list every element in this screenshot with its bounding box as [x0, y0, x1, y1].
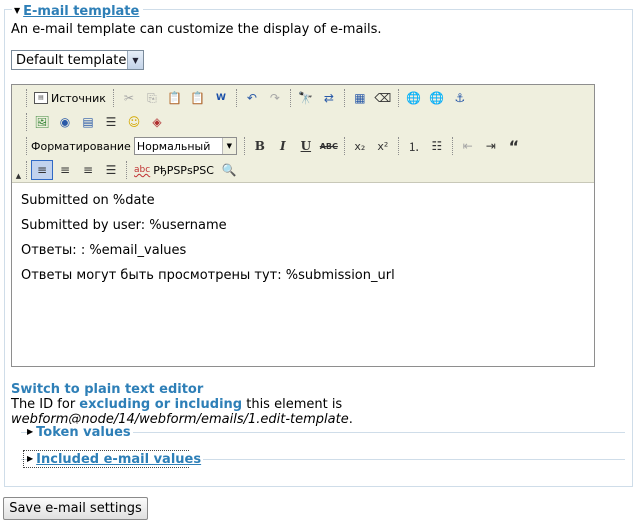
copy-icon[interactable]: ⎘	[141, 88, 163, 108]
special-char-icon[interactable]: ◈	[146, 112, 168, 132]
paste-text-icon[interactable]: 📋	[187, 88, 209, 108]
indent-icon[interactable]: ⇥	[480, 136, 502, 156]
toolbar-separator	[112, 89, 114, 107]
collapsed-triangle-icon: ▶	[27, 427, 34, 436]
collapse-toolbar-icon[interactable]: ▲	[13, 171, 24, 181]
format-label: Форматирование	[31, 139, 131, 153]
toolbar-separator	[26, 161, 27, 179]
underline-icon[interactable]: U	[295, 136, 317, 156]
chevron-down-icon[interactable]: ▼	[127, 51, 143, 69]
spellcheck-label: РђРЅРѕРЅС	[153, 163, 214, 177]
redo-icon[interactable]: ↷	[264, 88, 286, 108]
superscript-icon[interactable]: x²	[372, 136, 394, 156]
toolbar-separator	[397, 89, 399, 107]
undo-icon[interactable]: ↶	[241, 88, 263, 108]
id-note-prefix: The ID for	[11, 397, 80, 412]
id-note-middle: this element is	[242, 397, 343, 412]
chevron-down-icon[interactable]: ▼	[221, 138, 236, 154]
id-note-suffix: .	[348, 412, 353, 427]
image-icon[interactable]: 🖼	[31, 112, 53, 132]
preview-icon[interactable]: 🔍	[218, 160, 240, 180]
flash-icon[interactable]: ◉	[54, 112, 76, 132]
select-all-icon[interactable]: ▦	[349, 88, 371, 108]
content-line: Ответы: : %email_values	[21, 243, 187, 258]
save-email-settings-button[interactable]: Save e-mail settings	[3, 497, 148, 520]
id-note-bold: excluding or including	[79, 397, 243, 412]
toolbar-separator	[235, 89, 237, 107]
bold-icon[interactable]: B	[249, 136, 271, 156]
justify-icon[interactable]: ☰	[100, 160, 122, 180]
strike-icon[interactable]: ABC	[318, 136, 340, 156]
content-line: Submitted by user: %username	[21, 218, 227, 233]
toolbar-separator	[289, 89, 291, 107]
toolbar-separator	[26, 89, 27, 107]
paste-icon[interactable]: 📋	[164, 88, 186, 108]
link-icon[interactable]: 🌐	[403, 88, 425, 108]
toolbar-separator	[126, 161, 127, 179]
toolbar-separator	[26, 137, 27, 155]
anchor-icon[interactable]: ⚓	[449, 88, 471, 108]
collapsed-triangle-icon: ▶	[27, 454, 34, 463]
spellcheck-button[interactable]: abc РђРЅРѕРЅС	[131, 160, 217, 180]
editor-toolbar: ▤ Источник ✂ ⎘ 📋 📋 W ↶ ↷ 🔭 ⇄ ▦ ⌫ 🌐 🌐 ⚓ 🖼…	[12, 85, 594, 183]
table-icon[interactable]: ▤	[77, 112, 99, 132]
token-values-legend[interactable]: ▶ Token values	[27, 424, 133, 440]
toolbar-separator	[343, 89, 345, 107]
fieldset-description: An e-mail template can customize the dis…	[11, 22, 382, 37]
cut-icon[interactable]: ✂	[118, 88, 140, 108]
toolbar-separator	[26, 113, 27, 131]
align-center-icon[interactable]: ≡	[54, 160, 76, 180]
template-select[interactable]: Default template ▼	[11, 50, 144, 70]
toolbar-separator	[451, 137, 453, 155]
rich-text-editor: ▤ Источник ✂ ⎘ 📋 📋 W ↶ ↷ 🔭 ⇄ ▦ ⌫ 🌐 🌐 ⚓ 🖼…	[11, 84, 595, 367]
token-values-label[interactable]: Token values	[36, 425, 130, 440]
source-button[interactable]: ▤ Источник	[31, 88, 109, 108]
source-icon: ▤	[34, 92, 48, 104]
subscript-icon[interactable]: x₂	[349, 136, 371, 156]
horizontal-rule-icon[interactable]: ☰	[100, 112, 122, 132]
included-values-label[interactable]: Included e-mail values	[36, 452, 201, 467]
expanded-triangle-icon: ▼	[14, 6, 21, 15]
toolbar-separator	[397, 137, 399, 155]
bulleted-list-icon[interactable]: ☷	[426, 136, 448, 156]
content-line: Submitted on %date	[21, 193, 155, 208]
included-values-legend[interactable]: ▶ Included e-mail values	[27, 451, 204, 467]
spellcheck-icon: abc	[134, 165, 151, 175]
ordered-list-icon[interactable]: ⒈	[403, 136, 425, 156]
format-select-value: Нормальный	[136, 139, 211, 153]
switch-to-plain-text-link[interactable]: Switch to plain text editor	[11, 382, 203, 397]
remove-format-icon[interactable]: ⌫	[372, 88, 394, 108]
italic-icon[interactable]: I	[272, 136, 294, 156]
format-select[interactable]: Нормальный ▼	[133, 137, 237, 155]
unlink-icon[interactable]: 🌐	[426, 88, 448, 108]
blockquote-icon[interactable]: “	[503, 136, 525, 156]
email-template-legend[interactable]: ▼ E-mail template	[12, 3, 144, 19]
template-select-value: Default template	[16, 52, 127, 68]
replace-icon[interactable]: ⇄	[318, 88, 340, 108]
align-left-icon[interactable]: ≡	[31, 160, 53, 180]
source-button-label: Источник	[51, 91, 106, 105]
editor-content-area[interactable]: Submitted on %date Submitted by user: %u…	[12, 184, 594, 366]
element-id-note: The ID for excluding or including this e…	[11, 397, 601, 427]
smiley-icon[interactable]: ☺	[123, 112, 145, 132]
paste-word-icon[interactable]: W	[210, 88, 232, 108]
align-right-icon[interactable]: ≡	[77, 160, 99, 180]
fieldset-title[interactable]: E-mail template	[23, 4, 139, 19]
content-line: Ответы могут быть просмотрены тут: %subm…	[21, 268, 395, 283]
outdent-icon[interactable]: ⇤	[457, 136, 479, 156]
find-icon[interactable]: 🔭	[295, 88, 317, 108]
toolbar-separator	[243, 137, 245, 155]
toolbar-separator	[343, 137, 345, 155]
